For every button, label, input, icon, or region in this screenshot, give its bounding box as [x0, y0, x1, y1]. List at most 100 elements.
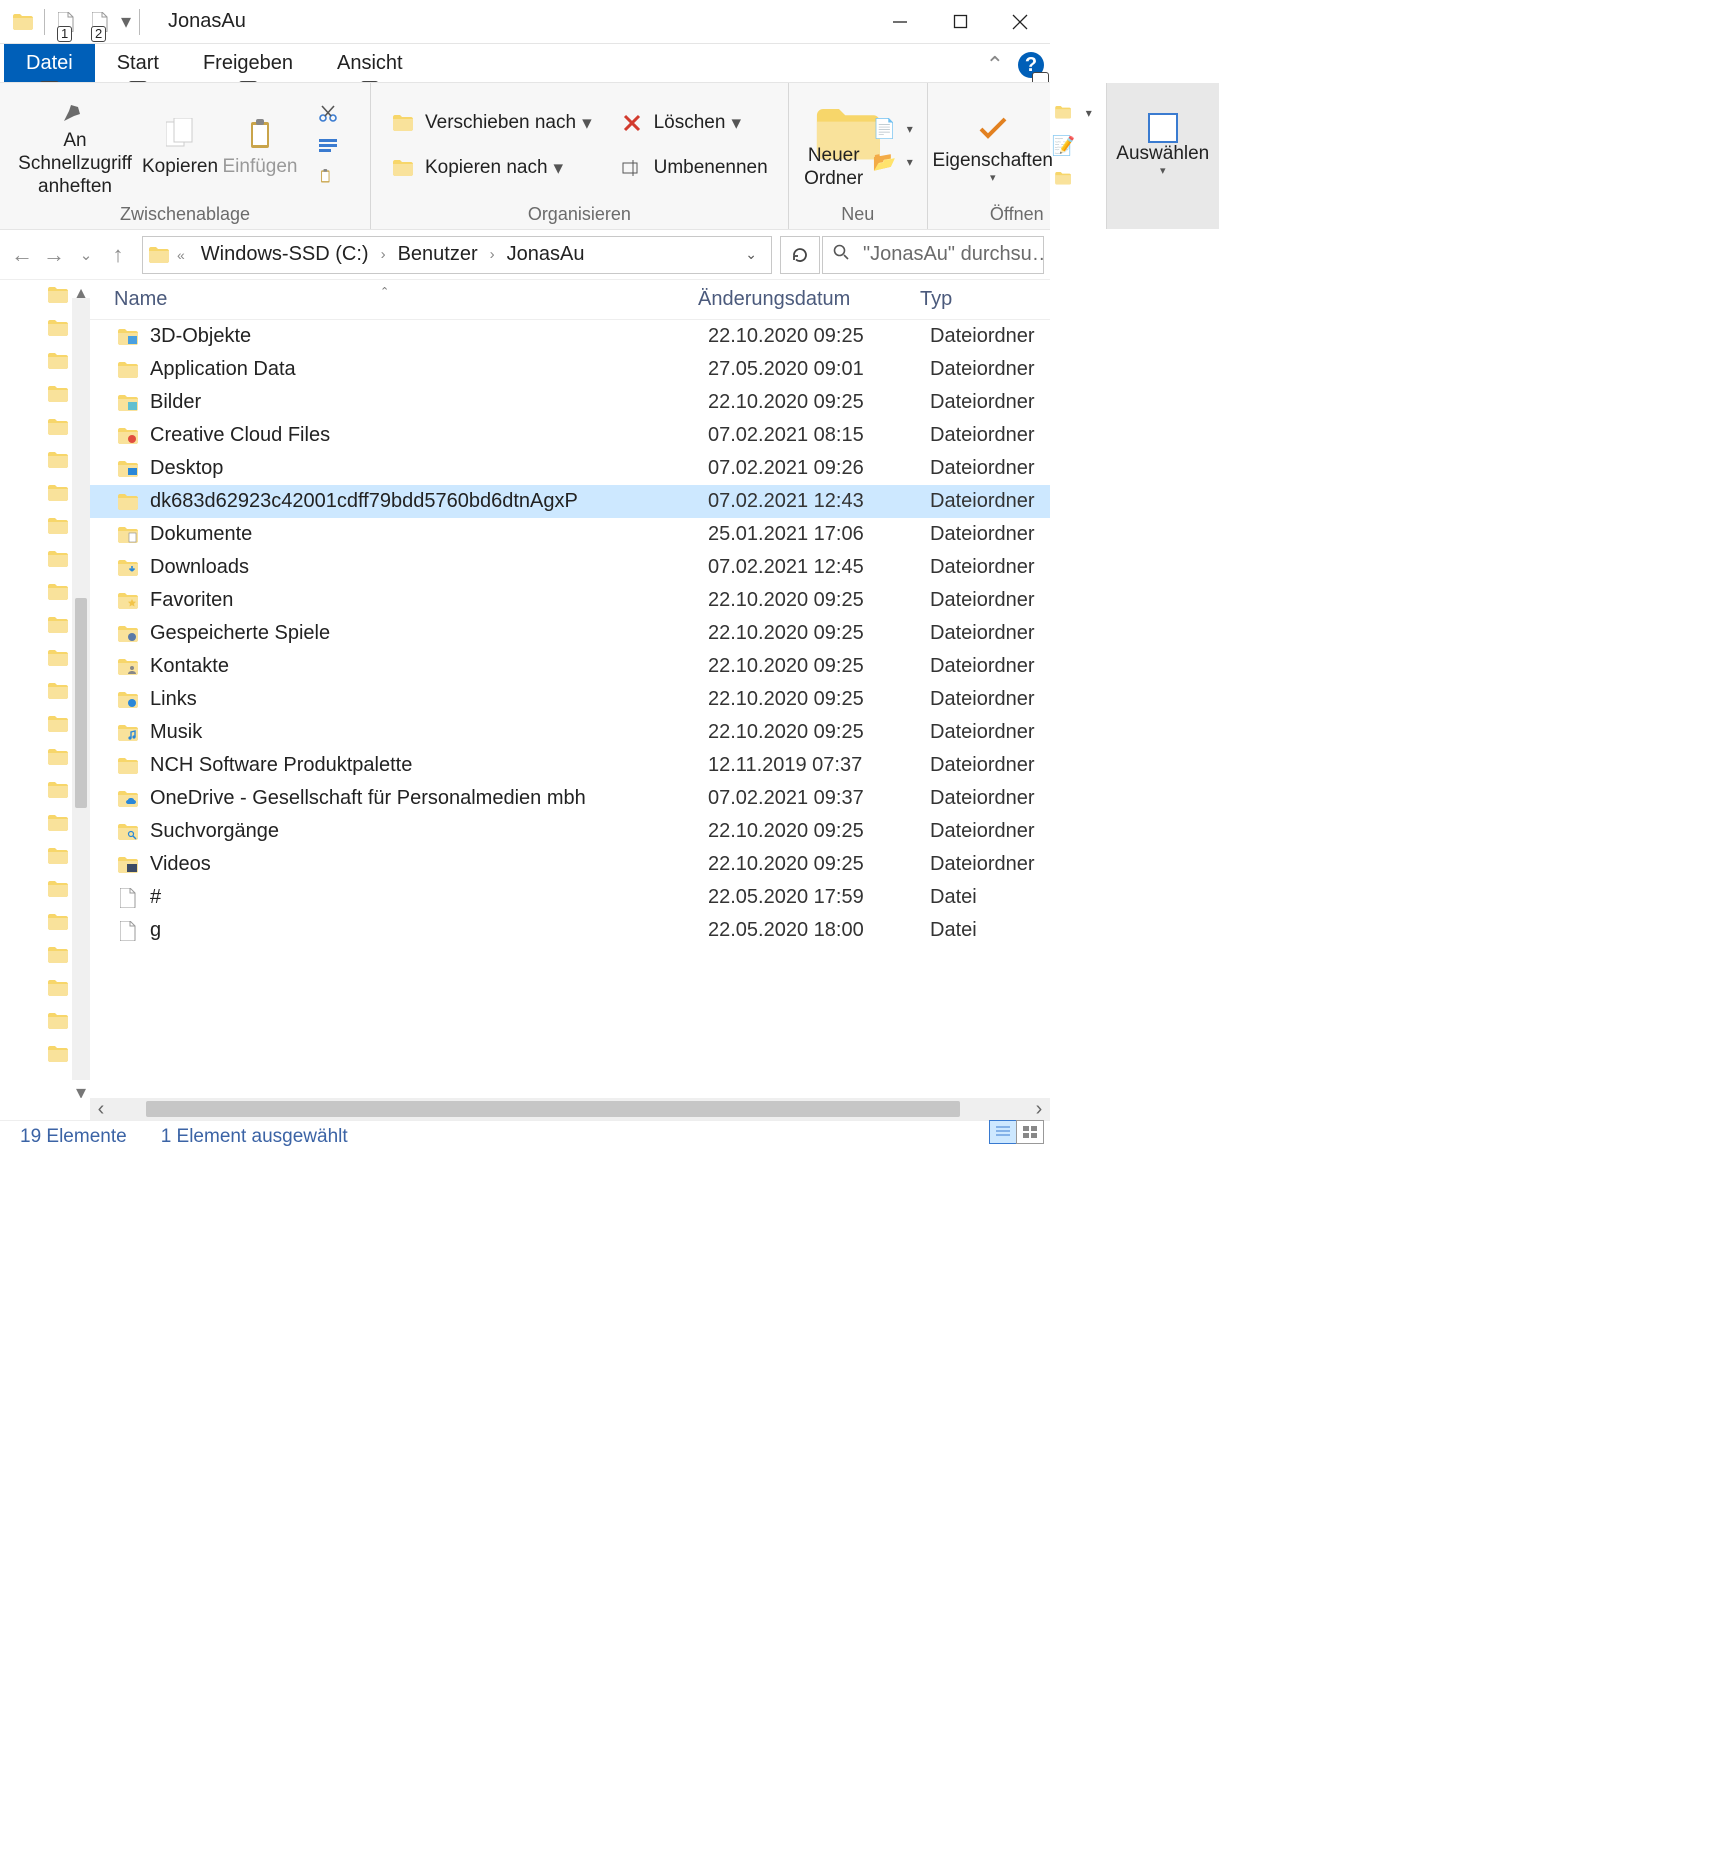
refresh-button[interactable]: [780, 236, 820, 274]
file-icon: [114, 921, 142, 941]
file-name: Favoriten: [150, 589, 708, 612]
crumb[interactable]: JonasAu: [499, 243, 593, 266]
file-row[interactable]: Musik 22.10.2020 09:25 Dateiordner: [90, 716, 1050, 749]
copy-to-button[interactable]: Kopieren nach ▾: [381, 152, 602, 185]
file-row[interactable]: Downloads 07.02.2021 12:45 Dateiordner: [90, 551, 1050, 584]
thumbnails-view-button[interactable]: [1016, 1120, 1044, 1144]
qat-btn-1[interactable]: 1: [49, 5, 83, 39]
scroll-left-button[interactable]: ‹: [90, 1098, 112, 1120]
tab-view[interactable]: AnsichtA: [315, 44, 425, 82]
file-row[interactable]: Bilder 22.10.2020 09:25 Dateiordner: [90, 386, 1050, 419]
column-headers: Name ⌃ Änderungsdatum Typ: [90, 280, 1050, 320]
file-date: 22.10.2020 09:25: [708, 853, 930, 876]
tab-home[interactable]: StartR: [95, 44, 181, 82]
copy-path-button[interactable]: [306, 129, 360, 162]
file-date: 07.02.2021 12:43: [708, 490, 930, 513]
folder-icon: [114, 362, 142, 378]
qat-folder-icon[interactable]: [6, 5, 40, 39]
keytip: 2: [91, 26, 106, 42]
details-view-button[interactable]: [989, 1120, 1017, 1144]
file-row[interactable]: g 22.05.2020 18:00 Datei: [90, 914, 1050, 947]
new-item-button[interactable]: 📄▾: [869, 113, 917, 146]
edit-icon: 📝: [1052, 134, 1076, 158]
file-row[interactable]: Videos 22.10.2020 09:25 Dateiordner: [90, 848, 1050, 881]
select-button[interactable]: Auswählen ▾: [1117, 93, 1209, 199]
file-row[interactable]: Favoriten 22.10.2020 09:25 Dateiordner: [90, 584, 1050, 617]
scroll-right-button[interactable]: ›: [1028, 1098, 1050, 1120]
file-date: 25.01.2021 17:06: [708, 523, 930, 546]
column-header-type[interactable]: Typ: [920, 288, 1050, 311]
navigation-tree[interactable]: ▴ ▾: [0, 280, 90, 1098]
file-date: 07.02.2021 09:26: [708, 457, 930, 480]
back-button[interactable]: ←: [6, 230, 38, 280]
file-row[interactable]: Desktop 07.02.2021 09:26 Dateiordner: [90, 452, 1050, 485]
cut-button[interactable]: [306, 96, 360, 129]
history-button[interactable]: [1048, 162, 1096, 195]
file-name: dk683d62923c42001cdff79bdd5760bd6dtnAgxP: [150, 490, 708, 513]
new-folder-button[interactable]: Neuer Ordner: [799, 93, 869, 199]
rename-button[interactable]: Umbenennen: [610, 152, 778, 185]
file-name: 3D-Objekte: [150, 325, 708, 348]
tree-scroll-up[interactable]: ▴: [72, 280, 90, 298]
delete-button[interactable]: Löschen ▾: [610, 107, 778, 140]
file-row[interactable]: OneDrive - Gesellschaft für Personalmedi…: [90, 782, 1050, 815]
tab-file[interactable]: DateiD: [4, 44, 95, 82]
close-button[interactable]: [990, 2, 1050, 42]
open-button[interactable]: ▾: [1048, 96, 1096, 129]
horizontal-scrollbar[interactable]: ‹ ›: [90, 1098, 1050, 1120]
file-row[interactable]: 3D-Objekte 22.10.2020 09:25 Dateiordner: [90, 320, 1050, 353]
file-row[interactable]: Creative Cloud Files 07.02.2021 08:15 Da…: [90, 419, 1050, 452]
scroll-thumb[interactable]: [146, 1101, 960, 1117]
paste-button[interactable]: Einfügen: [220, 93, 300, 199]
file-name: Musik: [150, 721, 708, 744]
column-header-date[interactable]: Änderungsdatum: [698, 288, 920, 311]
tree-scroll-thumb[interactable]: [75, 598, 87, 808]
forward-button[interactable]: →: [38, 230, 70, 280]
collapse-ribbon-button[interactable]: ⌃: [972, 48, 1018, 82]
file-row[interactable]: NCH Software Produktpalette 12.11.2019 0…: [90, 749, 1050, 782]
search-input[interactable]: "JonasAu" durchsu…: [822, 236, 1044, 274]
help-button[interactable]: ? Y: [1018, 52, 1044, 78]
new-item-icon: 📄: [873, 117, 897, 141]
file-row[interactable]: Dokumente 25.01.2021 17:06 Dateiordner: [90, 518, 1050, 551]
file-row[interactable]: dk683d62923c42001cdff79bdd5760bd6dtnAgxP…: [90, 485, 1050, 518]
properties-button[interactable]: Eigenschaften ▾: [938, 93, 1048, 199]
file-row[interactable]: Gespeicherte Spiele 22.10.2020 09:25 Dat…: [90, 617, 1050, 650]
recent-dropdown[interactable]: ⌄: [70, 230, 102, 280]
file-row[interactable]: Suchvorgänge 22.10.2020 09:25 Dateiordne…: [90, 815, 1050, 848]
search-placeholder: "JonasAu" durchsu…: [863, 243, 1044, 266]
sort-icon: ⌃: [380, 285, 389, 298]
column-header-name[interactable]: Name ⌃: [90, 288, 698, 311]
pin-quick-access-button[interactable]: An Schnellzugriff anheften: [10, 93, 140, 199]
qat-dropdown[interactable]: ▾: [117, 5, 135, 39]
crumbs-dropdown[interactable]: ⌄: [737, 246, 765, 263]
file-name: Downloads: [150, 556, 708, 579]
file-row[interactable]: Links 22.10.2020 09:25 Dateiordner: [90, 683, 1050, 716]
file-icon: [114, 888, 142, 908]
tree-scroll-down[interactable]: ▾: [72, 1080, 90, 1098]
minimize-button[interactable]: [870, 2, 930, 42]
file-name: Creative Cloud Files: [150, 424, 708, 447]
paste-shortcut-button[interactable]: [306, 162, 360, 195]
file-row[interactable]: Kontakte 22.10.2020 09:25 Dateiordner: [90, 650, 1050, 683]
file-row[interactable]: Application Data 27.05.2020 09:01 Dateio…: [90, 353, 1050, 386]
file-row[interactable]: # 22.05.2020 17:59 Datei: [90, 881, 1050, 914]
up-button[interactable]: ↑: [102, 230, 134, 280]
select-icon: [1148, 113, 1178, 143]
file-type: Dateiordner: [930, 754, 1050, 777]
breadcrumb[interactable]: « Windows-SSD (C:)› Benutzer› JonasAu ⌄: [142, 236, 772, 274]
copy-button[interactable]: Kopieren: [140, 93, 220, 199]
file-date: 22.10.2020 09:25: [708, 721, 930, 744]
crumb[interactable]: Benutzer: [390, 243, 486, 266]
docs-icon: [114, 527, 142, 543]
easy-access-button[interactable]: 📂▾: [869, 146, 917, 179]
crumb[interactable]: Windows-SSD (C:): [193, 243, 377, 266]
qat-btn-2[interactable]: 2: [83, 5, 117, 39]
games-icon: [114, 626, 142, 642]
move-to-button[interactable]: Verschieben nach ▾: [381, 107, 602, 140]
edit-button[interactable]: 📝: [1048, 129, 1096, 162]
maximize-button[interactable]: [930, 2, 990, 42]
ribbon: An Schnellzugriff anheften Kopieren Einf…: [0, 82, 1050, 230]
tab-share[interactable]: FreigebenB: [181, 44, 315, 82]
scroll-track[interactable]: [112, 1098, 1028, 1120]
